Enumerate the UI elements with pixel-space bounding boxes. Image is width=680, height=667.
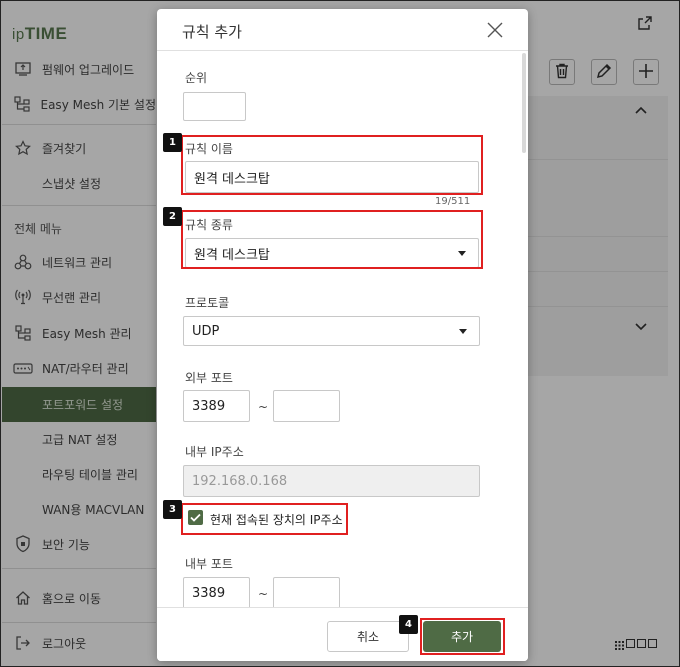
annotation-badge: 2 <box>163 207 182 226</box>
internal-ip-input: 192.168.0.168 <box>183 465 480 497</box>
scrollbar[interactable] <box>522 53 526 153</box>
protocol-label: 프로토콜 <box>185 296 230 310</box>
range-separator: ~ <box>258 400 269 414</box>
highlight-rule-name <box>181 135 483 195</box>
internal-port-label: 내부 포트 <box>185 557 233 571</box>
annotation-badge: 4 <box>399 615 418 634</box>
window-frame: ipTIME 펌웨어 업그레이드 Easy Mesh 기본 설정 즐겨찾기 스냅… <box>0 0 680 667</box>
cancel-button[interactable]: 취소 <box>327 621 409 652</box>
annotation-badge: 3 <box>163 500 182 519</box>
close-icon[interactable] <box>485 20 505 40</box>
external-port-from-input[interactable]: 3389 <box>183 390 250 422</box>
internal-ip-label: 내부 IP주소 <box>185 445 244 459</box>
highlight-rule-type <box>181 210 483 269</box>
external-port-label: 외부 포트 <box>185 371 233 385</box>
add-rule-dialog: 규칙 추가 순위 규칙 이름 원격 데스크탑 19/511 규칙 종류 원격 데… <box>157 9 528 661</box>
char-counter: 19/511 <box>435 196 471 207</box>
protocol-value: UDP <box>192 323 220 339</box>
internal-port-from-input[interactable]: 3389 <box>183 577 250 609</box>
dropdown-caret-icon <box>459 329 467 334</box>
annotation-badge: 1 <box>163 133 182 152</box>
dialog-title: 규칙 추가 <box>182 23 242 41</box>
protocol-select[interactable]: UDP <box>183 316 480 346</box>
internal-port-to-input[interactable] <box>273 577 340 609</box>
priority-label: 순위 <box>185 71 208 85</box>
range-separator: ~ <box>258 587 269 601</box>
priority-input[interactable] <box>183 92 246 121</box>
highlight-current-ip <box>181 503 348 535</box>
dialog-header: 규칙 추가 <box>157 9 528 51</box>
highlight-add-button <box>420 618 505 655</box>
external-port-to-input[interactable] <box>273 390 340 422</box>
